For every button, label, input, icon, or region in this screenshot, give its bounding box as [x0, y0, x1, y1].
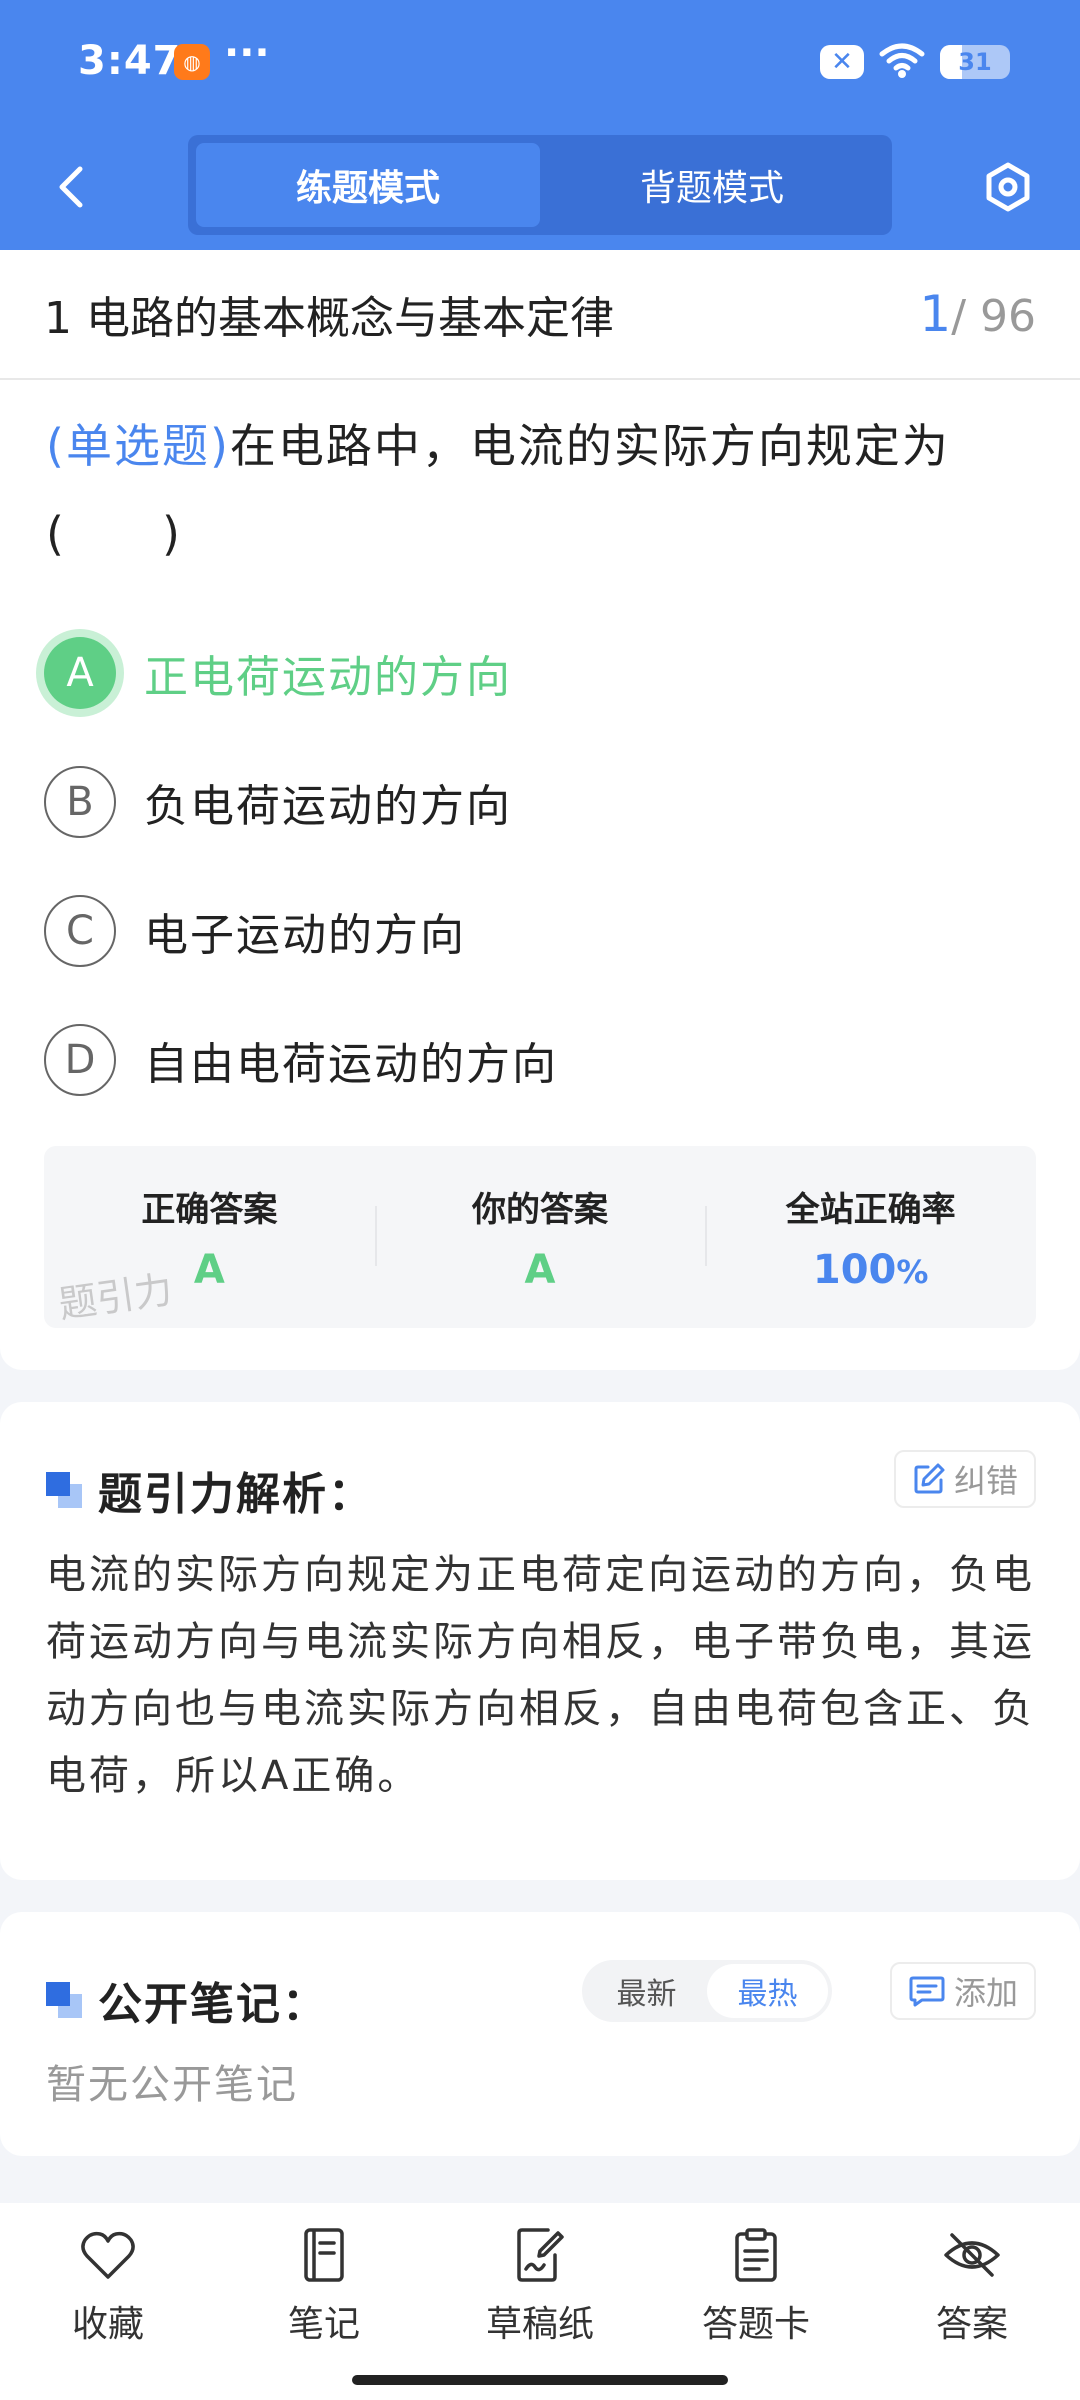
analysis-title: 题引力解析： [98, 1469, 374, 1520]
correct-answer-value: A [193, 1246, 225, 1293]
shopping-app-notification-icon: ◍ [174, 44, 210, 80]
nav-row: 练题模式 背题模式 [0, 125, 1080, 250]
public-notes-card: 公开笔记： 最新 最热 添加 暂无公开笔记 [0, 1912, 1080, 2156]
section-squares-icon [46, 1982, 82, 2018]
your-answer-value: A [524, 1246, 556, 1293]
option-letter: C [44, 894, 116, 967]
option-text: 正电荷运动的方向 [144, 651, 512, 703]
bottom-toolbar: 收藏 笔记 草稿纸 答题卡 答案 [0, 2203, 1080, 2400]
sort-latest[interactable]: 最新 [586, 1964, 707, 2018]
answer-card-button[interactable]: 答题卡 [681, 2225, 831, 2347]
tab-practice-mode[interactable]: 练题模式 [196, 143, 540, 227]
correct-answer: 正确答案 A 题引力 [44, 1146, 375, 1328]
mode-toggle: 练题模式 背题模式 [188, 135, 892, 235]
back-button[interactable] [40, 155, 104, 219]
notes-sort-toggle: 最新 最热 [582, 1960, 832, 2022]
option-letter: A [44, 636, 116, 709]
option-letter: B [44, 765, 116, 838]
battery-level: 31 [958, 48, 992, 76]
total-questions: / 96 [951, 291, 1036, 342]
analysis-header: 题引力解析： [46, 1458, 374, 1522]
question-counter[interactable]: 1/ 96 [919, 285, 1036, 343]
status-bar: 3:47 ◍ ··· ✕ 31 [0, 0, 1080, 125]
site-accuracy-value: 100% [813, 1247, 929, 1293]
add-note-button[interactable]: 添加 [889, 1962, 1036, 2020]
option-letter: D [44, 1023, 116, 1096]
notes-header: 公开笔记： [46, 1968, 328, 2032]
eye-off-icon [942, 2225, 1002, 2285]
notebook-icon [294, 2225, 354, 2285]
section-squares-icon [46, 1472, 82, 1508]
chevron-left-icon [59, 166, 83, 208]
site-accuracy: 全站正确率 100% [705, 1146, 1036, 1328]
empty-notes-text: 暂无公开笔记 [46, 2062, 298, 2108]
favorite-label: 收藏 [71, 2304, 144, 2345]
edit-icon [914, 1463, 945, 1494]
site-accuracy-label: 全站正确率 [785, 1189, 956, 1230]
option-d[interactable]: D 自由电荷运动的方向 [0, 995, 1080, 1124]
tab-memorize-mode[interactable]: 背题模式 [540, 143, 884, 227]
option-c[interactable]: C 电子运动的方向 [0, 866, 1080, 995]
correction-button[interactable]: 纠错 [893, 1450, 1036, 1508]
analysis-text: 电流的实际方向规定为正电荷定向运动的方向，负电荷运动方向与电流实际方向相反，电子… [46, 1552, 1035, 1799]
wifi-icon [878, 40, 926, 84]
options-list: A 正电荷运动的方向 B 负电荷运动的方向 C 电子运动的方向 D 自由电荷运动… [0, 608, 1080, 1124]
heart-icon [78, 2225, 138, 2285]
current-question-number: 1 [919, 285, 952, 343]
correction-label: 纠错 [953, 1462, 1018, 1500]
question-stem: (单选题)在电路中，电流的实际方向规定为( ) [0, 380, 1080, 578]
notes-label: 笔记 [287, 2304, 360, 2345]
option-text: 自由电荷运动的方向 [144, 1038, 558, 1090]
show-answer-button[interactable]: 答案 [897, 2225, 1047, 2347]
comment-icon [909, 1976, 945, 2007]
chapter-title: 1 电路的基本概念与基本定律 [44, 293, 614, 344]
answer-summary: 正确答案 A 题引力 你的答案 A 全站正确率 100% [44, 1146, 1036, 1328]
your-answer: 你的答案 A [374, 1146, 706, 1328]
favorite-button[interactable]: 收藏 [33, 2225, 183, 2347]
correct-answer-label: 正确答案 [141, 1189, 278, 1230]
accuracy-unit: % [896, 1252, 929, 1291]
answer-card-label: 答题卡 [701, 2304, 810, 2345]
option-b[interactable]: B 负电荷运动的方向 [0, 737, 1080, 866]
option-text: 电子运动的方向 [144, 909, 466, 961]
settings-button[interactable] [976, 155, 1040, 219]
answer-card-icon [726, 2225, 786, 2285]
hexagon-settings-icon [986, 162, 1030, 212]
your-answer-label: 你的答案 [472, 1189, 608, 1230]
chapter-row: 1 电路的基本概念与基本定律 1/ 96 [0, 250, 1080, 380]
add-note-label: 添加 [953, 1974, 1018, 2012]
more-notifications-icon: ··· [224, 30, 270, 76]
no-sim-icon: ✕ [820, 45, 864, 79]
sort-hottest[interactable]: 最热 [707, 1964, 828, 2018]
watermark: 题引力 [55, 1267, 176, 1327]
option-text: 负电荷运动的方向 [144, 780, 512, 832]
draft-paper-icon [510, 2225, 570, 2285]
show-answer-label: 答案 [935, 2304, 1008, 2345]
accuracy-number: 100 [812, 1246, 897, 1293]
battery-icon: 31 [940, 45, 1010, 79]
draft-paper-label: 草稿纸 [485, 2304, 594, 2345]
notes-title: 公开笔记： [98, 1979, 328, 2030]
question-card: 1 电路的基本概念与基本定律 1/ 96 (单选题)在电路中，电流的实际方向规定… [0, 250, 1080, 1370]
home-indicator[interactable] [352, 2375, 728, 2385]
notes-button[interactable]: 笔记 [249, 2225, 399, 2347]
draft-paper-button[interactable]: 草稿纸 [465, 2225, 615, 2347]
status-time: 3:47 [78, 38, 182, 84]
analysis-card: 题引力解析： 纠错 电流的实际方向规定为正电荷定向运动的方向，负电荷运动方向与电… [0, 1402, 1080, 1880]
top-header: 3:47 ◍ ··· ✕ 31 练题模式 背题模式 [0, 0, 1080, 250]
question-type: (单选题) [46, 419, 230, 473]
option-a[interactable]: A 正电荷运动的方向 [0, 608, 1080, 737]
